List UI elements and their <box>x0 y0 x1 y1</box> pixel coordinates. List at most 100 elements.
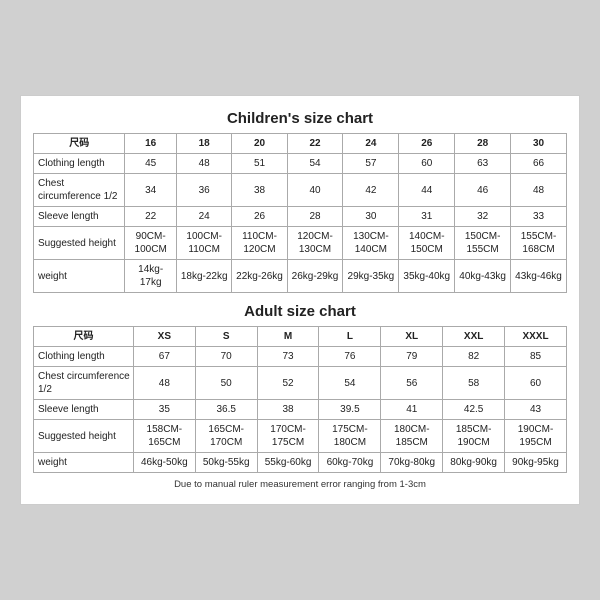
table-cell: 43 <box>505 400 567 420</box>
table-cell: 39.5 <box>319 400 381 420</box>
adult-col-header: 尺码 <box>34 327 134 347</box>
row-label: Chest circumference 1/2 <box>34 174 125 207</box>
row-label: Clothing length <box>34 154 125 174</box>
row-label: Clothing length <box>34 347 134 367</box>
table-cell: 55kg-60kg <box>257 453 319 473</box>
children-col-header: 16 <box>125 134 176 154</box>
table-cell: 42 <box>343 174 399 207</box>
children-col-header: 26 <box>399 134 455 154</box>
table-cell: 90CM-100CM <box>125 227 176 260</box>
table-cell: 36 <box>176 174 232 207</box>
table-cell: 52 <box>257 367 319 400</box>
table-cell: 29kg-35kg <box>343 260 399 293</box>
row-label: Sleeve length <box>34 207 125 227</box>
adult-col-header: XS <box>133 327 195 347</box>
table-cell: 26kg-29kg <box>287 260 343 293</box>
row-label: Suggested height <box>34 420 134 453</box>
row-label: weight <box>34 453 134 473</box>
children-col-header: 22 <box>287 134 343 154</box>
table-cell: 66 <box>511 154 567 174</box>
table-cell: 175CM-180CM <box>319 420 381 453</box>
table-cell: 46kg-50kg <box>133 453 195 473</box>
table-cell: 60 <box>505 367 567 400</box>
adult-col-header: XL <box>381 327 443 347</box>
children-col-header: 20 <box>232 134 287 154</box>
children-table-body: Clothing length4548515457606366Chest cir… <box>34 154 567 293</box>
table-cell: 32 <box>455 207 511 227</box>
table-cell: 158CM-165CM <box>133 420 195 453</box>
table-cell: 180CM-185CM <box>381 420 443 453</box>
table-row: Chest circumference 1/23436384042444648 <box>34 174 567 207</box>
table-cell: 38 <box>232 174 287 207</box>
table-cell: 67 <box>133 347 195 367</box>
table-cell: 155CM-168CM <box>511 227 567 260</box>
adult-chart-title: Adult size chart <box>33 303 567 320</box>
children-size-table: 尺码1618202224262830 Clothing length454851… <box>33 133 567 293</box>
table-cell: 73 <box>257 347 319 367</box>
table-row: Suggested height158CM-165CM165CM-170CM 17… <box>34 420 567 453</box>
table-cell: 70kg-80kg <box>381 453 443 473</box>
adult-col-header: XXXL <box>505 327 567 347</box>
table-cell: 90kg-95kg <box>505 453 567 473</box>
adult-size-table: 尺码XSSMLXLXXLXXXL Clothing length67707376… <box>33 326 567 473</box>
children-col-header: 28 <box>455 134 511 154</box>
table-cell: 46 <box>455 174 511 207</box>
adult-col-header: L <box>319 327 381 347</box>
table-row: weight14kg-17kg18kg-22kg22kg-26kg26kg-29… <box>34 260 567 293</box>
children-col-header: 18 <box>176 134 232 154</box>
table-row: Chest circumference 1/248505254565860 <box>34 367 567 400</box>
table-cell: 34 <box>125 174 176 207</box>
table-cell: 18kg-22kg <box>176 260 232 293</box>
table-row: Sleeve length2224262830313233 <box>34 207 567 227</box>
table-row: weight46kg-50kg50kg-55kg55kg-60kg60kg-70… <box>34 453 567 473</box>
table-cell: 44 <box>399 174 455 207</box>
table-row: Sleeve length3536.53839.54142.543 <box>34 400 567 420</box>
table-cell: 33 <box>511 207 567 227</box>
table-cell: 130CM-140CM <box>343 227 399 260</box>
table-cell: 45 <box>125 154 176 174</box>
table-cell: 30 <box>343 207 399 227</box>
table-cell: 140CM-150CM <box>399 227 455 260</box>
table-cell: 14kg-17kg <box>125 260 176 293</box>
size-chart-card: Children's size chart 尺码1618202224262830… <box>20 95 580 505</box>
table-cell: 38 <box>257 400 319 420</box>
children-col-header: 尺码 <box>34 134 125 154</box>
table-cell: 40kg-43kg <box>455 260 511 293</box>
table-cell: 26 <box>232 207 287 227</box>
table-cell: 35kg-40kg <box>399 260 455 293</box>
children-header-row: 尺码1618202224262830 <box>34 134 567 154</box>
adult-col-header: S <box>195 327 257 347</box>
row-label: Chest circumference 1/2 <box>34 367 134 400</box>
table-cell: 120CM-130CM <box>287 227 343 260</box>
adult-col-header: M <box>257 327 319 347</box>
table-cell: 35 <box>133 400 195 420</box>
table-cell: 80kg-90kg <box>443 453 505 473</box>
table-cell: 50kg-55kg <box>195 453 257 473</box>
table-cell: 79 <box>381 347 443 367</box>
row-label: Sleeve length <box>34 400 134 420</box>
table-cell: 76 <box>319 347 381 367</box>
table-cell: 41 <box>381 400 443 420</box>
table-row: Clothing length67707376798285 <box>34 347 567 367</box>
table-cell: 42.5 <box>443 400 505 420</box>
row-label: Suggested height <box>34 227 125 260</box>
table-cell: 165CM-170CM <box>195 420 257 453</box>
table-cell: 56 <box>381 367 443 400</box>
table-cell: 150CM-155CM <box>455 227 511 260</box>
table-cell: 57 <box>343 154 399 174</box>
table-cell: 60kg-70kg <box>319 453 381 473</box>
table-cell: 24 <box>176 207 232 227</box>
table-cell: 31 <box>399 207 455 227</box>
table-cell: 28 <box>287 207 343 227</box>
adult-col-header: XXL <box>443 327 505 347</box>
adult-header-row: 尺码XSSMLXLXXLXXXL <box>34 327 567 347</box>
table-cell: 85 <box>505 347 567 367</box>
table-cell: 48 <box>133 367 195 400</box>
table-cell: 22 <box>125 207 176 227</box>
adult-table-body: Clothing length67707376798285Chest circu… <box>34 347 567 473</box>
table-cell: 54 <box>319 367 381 400</box>
table-cell: 58 <box>443 367 505 400</box>
table-cell: 48 <box>511 174 567 207</box>
table-cell: 63 <box>455 154 511 174</box>
table-row: Suggested height90CM-100CM100CM-110CM110… <box>34 227 567 260</box>
